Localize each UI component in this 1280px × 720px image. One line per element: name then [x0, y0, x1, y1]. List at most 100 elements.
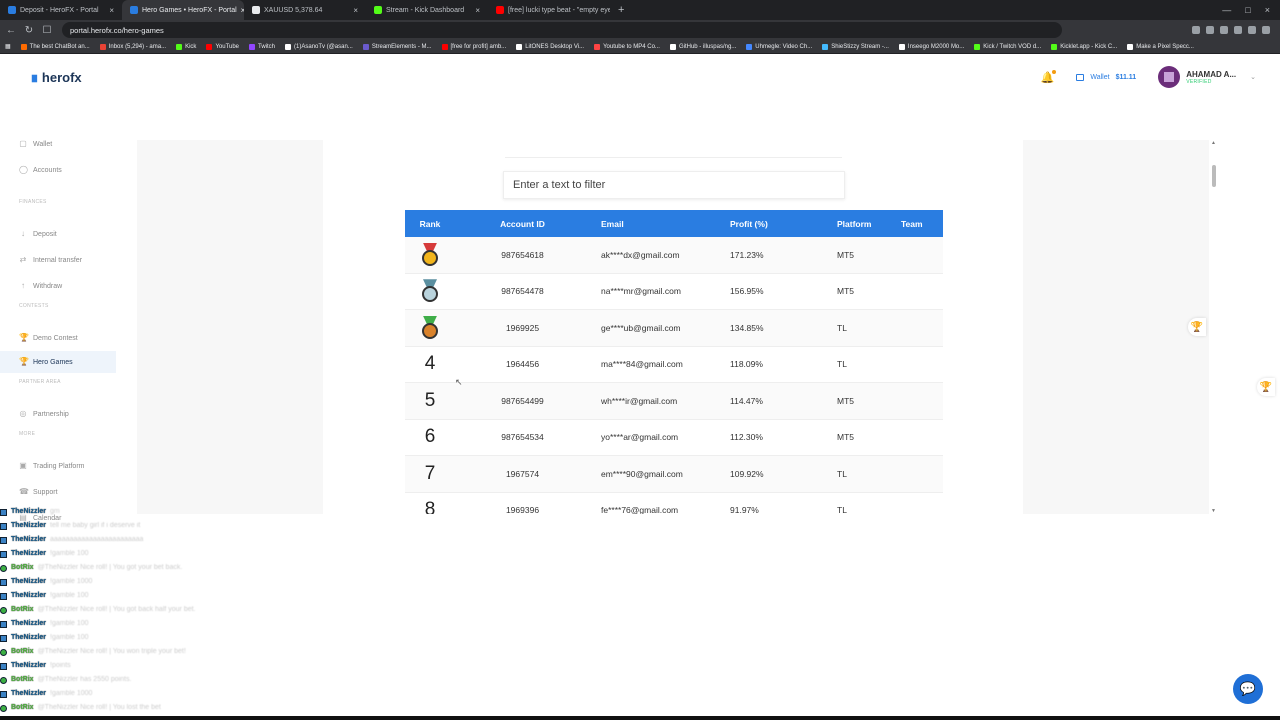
- bookmark-item[interactable]: Inseego M2000 Mo...: [894, 43, 969, 50]
- bookmark-item[interactable]: Kick: [171, 43, 201, 50]
- col-header-email[interactable]: Email: [590, 219, 719, 229]
- chat-message: TheNizzler gm: [0, 505, 320, 519]
- bookmark-item[interactable]: Youtube to MP4 Co...: [589, 43, 665, 50]
- sidebar-item-internal-transfer[interactable]: ⇄ Internal transfer: [0, 249, 116, 271]
- scrollbar[interactable]: ▲ ▼: [1211, 140, 1217, 514]
- bookmark-item[interactable]: LitONES Desktop Vi...: [511, 43, 589, 50]
- chat-username: TheNizzler: [11, 550, 47, 557]
- table-row[interactable]: 4 1964456 ma****84@gmail.com 118.09% TL: [405, 347, 943, 383]
- close-icon[interactable]: ×: [475, 6, 480, 15]
- chat-message: TheNizzler !gamble 100: [0, 547, 320, 561]
- user-menu[interactable]: AHAMAD A... VERIFIED ⌄: [1158, 66, 1256, 88]
- cell-account-id: 987654534: [501, 432, 544, 443]
- table-row[interactable]: 987654478 na****mr@gmail.com 156.95% MT5: [405, 274, 943, 310]
- bookmark-item[interactable]: ShieStizzy Stream -...: [817, 43, 894, 50]
- extension-icon[interactable]: [1206, 26, 1214, 34]
- table-row[interactable]: 987654618 ak****dx@gmail.com 171.23% MT5: [405, 237, 943, 274]
- sidebar-item-accounts[interactable]: ◯ Accounts: [0, 159, 116, 181]
- sidebar-item-partnership[interactable]: ◎ Partnership: [0, 403, 116, 425]
- filter-input[interactable]: [503, 171, 845, 199]
- close-window-icon[interactable]: ×: [1265, 5, 1270, 15]
- close-icon[interactable]: ×: [109, 6, 114, 15]
- support-chat-button[interactable]: 💬: [1233, 674, 1263, 704]
- bookmark-favicon-icon: [1127, 43, 1134, 50]
- bookmark-item[interactable]: (1)AsanoTv (@asan...: [280, 43, 358, 50]
- chevron-down-icon: ⌄: [1250, 74, 1256, 81]
- sidebar-item-hero-games[interactable]: 🏆 Hero Games: [0, 351, 116, 373]
- cell-profit: 134.85%: [730, 322, 764, 333]
- chat-text: !gamble 100: [50, 620, 89, 627]
- cell-rank: 7: [405, 463, 455, 485]
- bookmark-item[interactable]: Twitch: [244, 43, 280, 50]
- col-header-platform[interactable]: Platform: [826, 219, 901, 229]
- extension-icon[interactable]: [1248, 26, 1256, 34]
- sidebar-item-withdraw[interactable]: ↑ Withdraw: [0, 275, 116, 297]
- scroll-down-icon[interactable]: ▼: [1211, 508, 1216, 514]
- bookmark-item[interactable]: Kicklet.app - Kick C...: [1046, 43, 1122, 50]
- notification-bell-icon[interactable]: 🔔: [1041, 69, 1057, 84]
- browser-tab[interactable]: Stream - Kick Dashboard ×: [366, 0, 488, 20]
- sidebar-item-deposit[interactable]: ↓ Deposit: [0, 223, 116, 245]
- menu-icon[interactable]: [1262, 26, 1270, 34]
- bookmark-item[interactable]: Inbox (5,294) - ama...: [95, 43, 171, 50]
- reload-icon[interactable]: ↻: [22, 25, 36, 36]
- extension-icon[interactable]: [1234, 26, 1242, 34]
- rank-number: 7: [424, 462, 436, 484]
- bookmark-label: Uhmegle: Video Ch...: [755, 43, 813, 50]
- bookmark-favicon-icon: [822, 43, 829, 50]
- minimize-icon[interactable]: —: [1222, 5, 1231, 15]
- extension-icon[interactable]: [1220, 26, 1228, 34]
- herofx-logo[interactable]: ∎ herofx: [30, 69, 82, 86]
- trophy-icon[interactable]: 🏆: [1188, 318, 1206, 336]
- bookmark-item[interactable]: Uhmegle: Video Ch...: [741, 43, 817, 50]
- table-row[interactable]: 5 987654499 wh****ir@gmail.com 114.47% MT5: [405, 383, 943, 420]
- col-header-rank[interactable]: Rank: [405, 219, 455, 229]
- table-row[interactable]: 6 987654534 yo****ar@gmail.com 112.30% MT5: [405, 420, 943, 456]
- trophy-icon[interactable]: 🏆: [1257, 378, 1275, 396]
- table-row[interactable]: 7 1967574 em****90@gmail.com 109.92% TL: [405, 456, 943, 493]
- table-row[interactable]: 8 1969396 fe****76@gmail.com 91.97% TL: [405, 493, 943, 514]
- extension-icon[interactable]: [1192, 26, 1200, 34]
- sidebar-item-wallet[interactable]: ▢ Wallet: [0, 133, 116, 155]
- bookmark-favicon-icon: [176, 43, 183, 50]
- cell-platform: TL: [837, 505, 847, 514]
- sidebar-item-trading-platform[interactable]: ▣ Trading Platform: [0, 455, 116, 477]
- sidebar-item-support[interactable]: ☎ Support: [0, 481, 116, 503]
- table-row[interactable]: 1969925 ge****ub@gmail.com 134.85% TL: [405, 310, 943, 347]
- col-header-team[interactable]: Team: [901, 219, 943, 229]
- browser-tab[interactable]: Deposit - HeroFX - Portal ×: [0, 0, 122, 20]
- col-header-profit[interactable]: Profit (%): [719, 219, 826, 229]
- bookmark-item[interactable]: GitHub - illuspas/ng...: [665, 43, 741, 50]
- sidebar-item-label: Withdraw: [33, 282, 63, 290]
- chat-message: TheNizzler !gamble 1000: [0, 575, 320, 589]
- bookmark-item[interactable]: YouTube: [201, 43, 244, 50]
- bookmark-label: [free for profit] amb...: [450, 43, 507, 50]
- browser-tab[interactable]: Hero Games • HeroFX - Portal ×: [122, 0, 244, 20]
- table-header: Rank Account ID Email Profit (%) Platfor…: [405, 210, 943, 237]
- sidebar-item-demo-contest[interactable]: 🏆 Demo Contest: [0, 327, 116, 349]
- address-bar[interactable]: portal.herofx.co/hero-games: [62, 22, 1062, 38]
- scroll-up-icon[interactable]: ▲: [1211, 140, 1216, 146]
- scrollbar-thumb[interactable]: [1212, 165, 1216, 187]
- browser-tab[interactable]: XAUUSD 5,378.64 ×: [244, 0, 366, 20]
- bookmark-label: Twitch: [258, 43, 276, 50]
- chat-badge-icon: [0, 606, 7, 614]
- new-tab-button[interactable]: +: [610, 4, 632, 16]
- bookmark-icon[interactable]: ☐: [40, 25, 54, 36]
- back-icon[interactable]: ←: [4, 25, 18, 36]
- wallet-button[interactable]: Wallet $11.11: [1068, 70, 1144, 85]
- close-icon[interactable]: ×: [353, 6, 358, 15]
- bookmark-item[interactable]: StreamElements - M...: [358, 43, 437, 50]
- chat-message: BotRix @TheNizzler has 2550 points.: [0, 673, 320, 687]
- bookmark-item[interactable]: The best ChatBot an...: [16, 43, 95, 50]
- bookmark-item[interactable]: Kick / Twitch VOD d...: [969, 43, 1046, 50]
- url-text: portal.herofx.co/hero-games: [70, 25, 164, 35]
- bookmark-item[interactable]: Make a Pixel Specc...: [1122, 43, 1199, 50]
- col-header-account-id[interactable]: Account ID: [455, 219, 590, 229]
- browser-tab[interactable]: [free] lucki type beat - "empty eyes"×: [488, 0, 610, 20]
- maximize-icon[interactable]: □: [1245, 5, 1250, 15]
- chat-badge-icon: [0, 704, 7, 712]
- apps-icon[interactable]: ▦: [0, 43, 16, 50]
- cell-profit: 91.97%: [730, 505, 759, 514]
- bookmark-item[interactable]: [free for profit] amb...: [437, 43, 512, 50]
